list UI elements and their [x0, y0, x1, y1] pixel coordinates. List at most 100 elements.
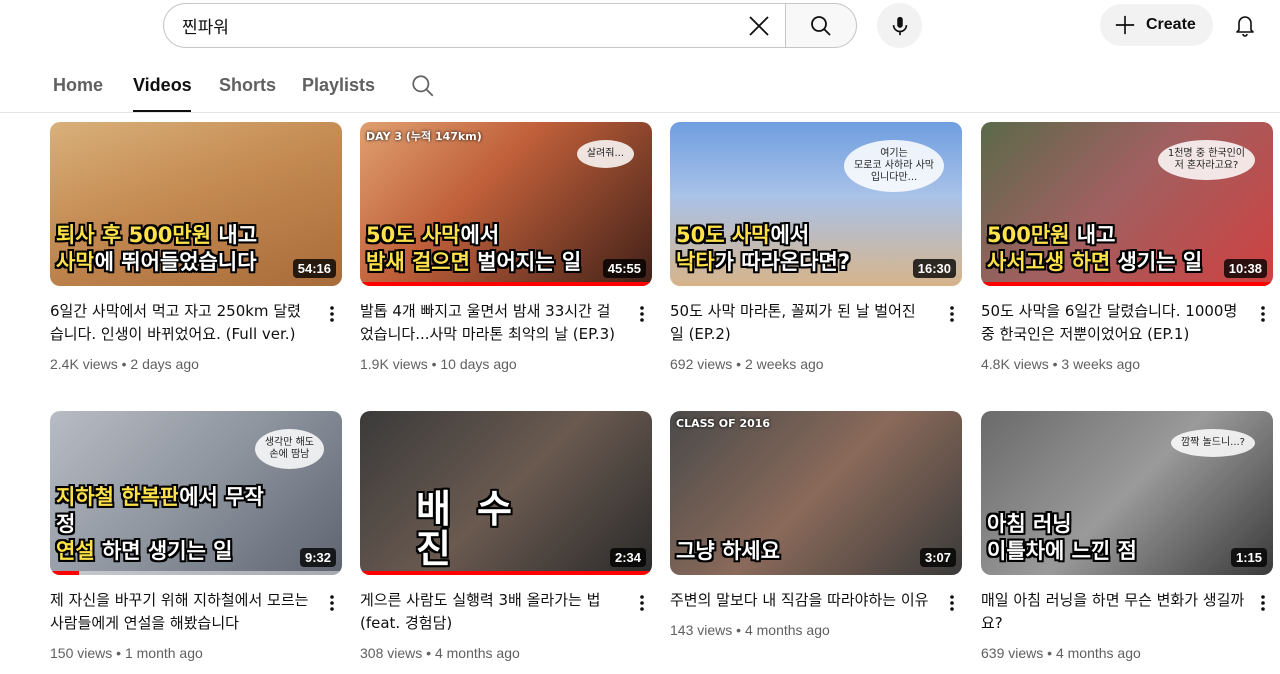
video-duration: 3:07 — [919, 548, 956, 567]
create-button[interactable]: Create — [1100, 4, 1213, 46]
more-actions-button[interactable] — [320, 302, 344, 326]
caption-highlight-2: 사막 — [56, 250, 95, 274]
watch-progress-bar — [50, 571, 80, 575]
tab-videos[interactable]: Videos — [133, 75, 192, 96]
video-title[interactable]: 매일 아침 러닝을 하면 무슨 변화가 생길까요? — [981, 589, 1245, 635]
video-thumbnail[interactable]: 깜짝 놀드니...? 아침 러닝 이틀차에 느낀 점 1:15 — [981, 411, 1273, 575]
video-thumbnail[interactable]: 생각만 해도 손에 땀남 지하철 한복판에서 무작정 연설 하면 생기는 일 9:… — [50, 411, 342, 575]
video-duration: 10:38 — [1223, 259, 1267, 278]
search-bar: 찐파워 — [163, 3, 857, 48]
caption-text-1: 내고 — [1069, 223, 1116, 247]
view-count: 639 views — [981, 645, 1044, 661]
thumbnail-speech-bubble: 1천명 중 한국인이 저 혼자라고요? — [1157, 140, 1255, 180]
video-meta: 639 views • 4 months ago — [981, 645, 1141, 661]
more-vert-icon — [950, 306, 954, 322]
thumbnail-speech-bubble: 생각만 해도 손에 땀남 — [254, 429, 324, 469]
upload-age: 2 days ago — [130, 356, 199, 372]
caption-highlight-2: 사서고생 하면 — [987, 250, 1111, 274]
caption-text-2: 하면 생기는 일 — [94, 539, 233, 563]
meta-separator: • — [116, 645, 125, 661]
caption-highlight-1: 500만원 — [987, 223, 1070, 247]
video-meta: 150 views • 1 month ago — [50, 645, 203, 661]
channel-search-icon[interactable] — [410, 73, 436, 99]
watch-progress-track — [50, 571, 342, 575]
more-vert-icon — [950, 595, 954, 611]
tab-home[interactable]: Home — [53, 75, 103, 96]
video-card[interactable]: 생각만 해도 손에 땀남 지하철 한복판에서 무작정 연설 하면 생기는 일 9:… — [50, 411, 344, 661]
caption-text-1: 내고 — [211, 223, 258, 247]
voice-search-button[interactable] — [877, 3, 922, 48]
more-actions-button[interactable] — [630, 591, 654, 615]
tab-playlists[interactable]: Playlists — [302, 75, 375, 96]
video-card[interactable]: 배수진 2:34 게으른 사람도 실행력 3배 올라가는 법 (feat. 경험… — [360, 411, 654, 661]
thumbnail-corner-text: DAY 3 (누적 147km) — [366, 130, 482, 143]
upload-age: 2 weeks ago — [744, 356, 824, 372]
thumbnail-caption: 50도 사막에서 밤새 걸으면 벌어지는 일 — [366, 222, 582, 276]
more-vert-icon — [640, 595, 644, 611]
video-thumbnail[interactable]: 1천명 중 한국인이 저 혼자라고요? 500만원 내고 사서고생 하면 생기는 … — [981, 122, 1273, 286]
video-thumbnail[interactable]: CLASS OF 2016 그냥 하세요 3:07 — [670, 411, 962, 575]
more-actions-button[interactable] — [320, 591, 344, 615]
caption-text-2: 그냥 하세요 — [676, 539, 780, 563]
video-title[interactable]: 50도 사막 마라톤, 꼴찌가 된 날 벌어진 일 (EP.2) — [670, 300, 934, 346]
notifications-button[interactable] — [1225, 5, 1265, 45]
more-actions-button[interactable] — [940, 591, 964, 615]
upload-age: 4 months ago — [744, 622, 830, 638]
search-query[interactable]: 찐파워 — [182, 13, 229, 38]
video-thumbnail[interactable]: 배수진 2:34 — [360, 411, 652, 575]
view-count: 1.9K views — [360, 356, 428, 372]
thumbnail-speech-bubble: 살려줘... — [576, 140, 634, 168]
tab-shorts[interactable]: Shorts — [219, 75, 276, 96]
video-title[interactable]: 50도 사막을 6일간 달렸습니다. 1000명 중 한국인은 저뿐이었어요 (… — [981, 300, 1245, 346]
close-icon — [749, 16, 769, 36]
video-thumbnail[interactable]: 여기는 모로코 사하라 사막 입니다만... 50도 사막에서 낙타가 따라온다면… — [670, 122, 962, 286]
watch-progress-bar — [360, 571, 652, 575]
more-actions-button[interactable] — [630, 302, 654, 326]
more-vert-icon — [1261, 595, 1265, 611]
video-duration: 45:55 — [602, 259, 646, 278]
video-card[interactable]: 깜짝 놀드니...? 아침 러닝 이틀차에 느낀 점 1:15 매일 아침 러닝을… — [981, 411, 1275, 661]
video-title[interactable]: 발톱 4개 빠지고 울면서 밤새 33시간 걸었습니다...사막 마라톤 최악의… — [360, 300, 624, 346]
video-title[interactable]: 6일간 사막에서 먹고 자고 250km 달렸습니다. 인생이 바뀌었어요. (… — [50, 300, 314, 346]
caption-text-2: 벌어지는 일 — [469, 250, 582, 274]
caption-highlight-1: 퇴사 후 500만원 — [56, 223, 212, 247]
video-card[interactable]: DAY 3 (누적 147km) 살려줘... 50도 사막에서 밤새 걸으면 벌어… — [360, 122, 654, 372]
plus-icon — [1115, 15, 1135, 35]
bell-icon — [1236, 16, 1254, 37]
video-meta: 2.4K views • 2 days ago — [50, 356, 199, 372]
more-actions-button[interactable] — [940, 302, 964, 326]
video-card[interactable]: 여기는 모로코 사하라 사막 입니다만... 50도 사막에서 낙타가 따라온다면… — [670, 122, 964, 372]
thumbnail-caption: 배수진 — [416, 487, 538, 571]
more-actions-button[interactable] — [1251, 302, 1275, 326]
view-count: 692 views — [670, 356, 733, 372]
thumbnail-caption: 아침 러닝 이틀차에 느낀 점 — [987, 511, 1203, 565]
thumbnail-caption: 500만원 내고 사서고생 하면 생기는 일 — [987, 222, 1203, 276]
thumbnail-caption: 50도 사막에서 낙타가 따라온다면? — [676, 222, 892, 276]
create-label: Create — [1146, 16, 1196, 33]
search-button[interactable] — [785, 3, 857, 48]
upload-age: 1 month ago — [124, 645, 203, 661]
video-title[interactable]: 게으른 사람도 실행력 3배 올라가는 법 (feat. 경험담) — [360, 589, 624, 635]
view-count: 2.4K views — [50, 356, 118, 372]
caption-text-1: 에서 — [770, 223, 810, 247]
channel-tabs: Home Videos Shorts Playlists — [0, 64, 1280, 113]
caption-text-2: 가 따라온다면? — [714, 250, 851, 274]
video-card[interactable]: 1천명 중 한국인이 저 혼자라고요? 500만원 내고 사서고생 하면 생기는 … — [981, 122, 1275, 372]
watch-progress-bar — [360, 282, 652, 286]
active-tab-indicator — [133, 110, 191, 112]
search-input[interactable]: 찐파워 — [163, 3, 785, 48]
video-duration: 2:34 — [609, 548, 646, 567]
caption-highlight-2: 밤새 걸으면 — [366, 250, 470, 274]
more-vert-icon — [330, 595, 334, 611]
video-thumbnail[interactable]: 퇴사 후 500만원 내고 사막에 뛰어들었습니다 54:16 — [50, 122, 342, 286]
video-card[interactable]: CLASS OF 2016 그냥 하세요 3:07 주변의 말보다 내 직감을 … — [670, 411, 962, 651]
more-vert-icon — [640, 306, 644, 322]
video-title[interactable]: 주변의 말보다 내 직감을 따라야하는 이유 — [670, 589, 934, 612]
video-duration: 54:16 — [292, 259, 336, 278]
video-card[interactable]: 퇴사 후 500만원 내고 사막에 뛰어들었습니다 54:16 6일간 사막에서… — [50, 122, 344, 372]
video-thumbnail[interactable]: DAY 3 (누적 147km) 살려줘... 50도 사막에서 밤새 걸으면 벌어… — [360, 122, 652, 286]
more-actions-button[interactable] — [1251, 591, 1275, 615]
clear-search-button[interactable] — [741, 8, 777, 44]
search-icon — [811, 15, 831, 36]
video-title[interactable]: 제 자신을 바꾸기 위해 지하철에서 모르는 사람들에게 연설을 해봤습니다 — [50, 589, 314, 635]
